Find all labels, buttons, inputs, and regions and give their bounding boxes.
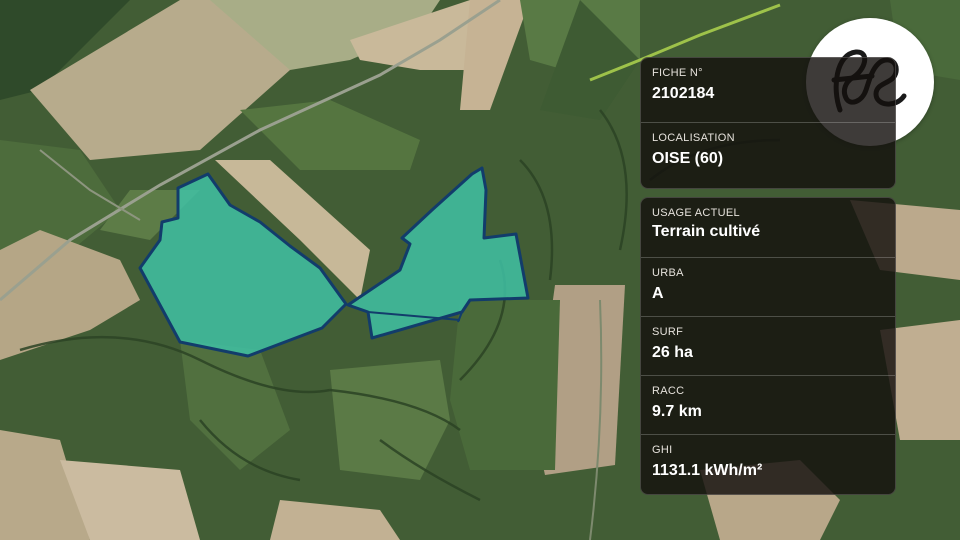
racc-value: 9.7 km <box>652 403 702 420</box>
localisation-label: LOCALISATION <box>652 132 735 144</box>
usage-value: Terrain cultivé <box>652 223 761 240</box>
urba-value: A <box>652 285 664 302</box>
localisation-value: OISE (60) <box>652 150 724 167</box>
surf-label: SURF <box>652 326 684 338</box>
fiche-number-label: FICHE N° <box>652 67 703 79</box>
racc-label: RACC <box>652 385 685 397</box>
details-card: USAGE ACTUEL Terrain cultivé URBA A SURF… <box>640 197 896 495</box>
fiche-card: FICHE N° 2102184 LOCALISATION OISE (60) <box>640 57 896 189</box>
urba-label: URBA <box>652 267 684 279</box>
racc-row: RACC 9.7 km <box>641 376 895 435</box>
ghi-value: 1131.1 kWh/m² <box>652 462 763 479</box>
surf-row: SURF 26 ha <box>641 317 895 376</box>
usage-row: USAGE ACTUEL Terrain cultivé <box>641 198 895 258</box>
usage-label: USAGE ACTUEL <box>652 207 740 219</box>
urba-row: URBA A <box>641 258 895 317</box>
surf-value: 26 ha <box>652 344 693 361</box>
ghi-label: GHI <box>652 444 673 456</box>
localisation-row: LOCALISATION OISE (60) <box>641 123 895 188</box>
fiche-number-value: 2102184 <box>652 85 715 102</box>
ghi-row: GHI 1131.1 kWh/m² <box>641 435 895 494</box>
fiche-number-row: FICHE N° 2102184 <box>641 58 895 123</box>
